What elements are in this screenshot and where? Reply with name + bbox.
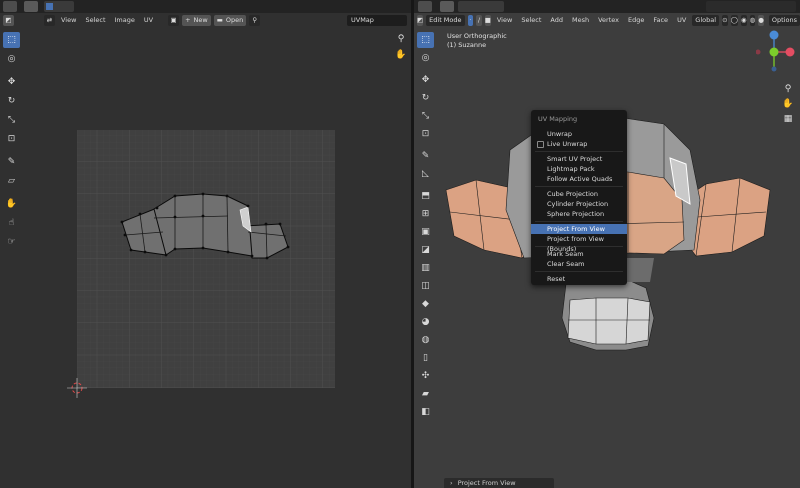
zoom-icon[interactable]: ⚲ — [395, 33, 407, 45]
menu-cube-projection[interactable]: Cube Projection — [531, 189, 627, 199]
chevron-right-icon: › — [450, 479, 453, 487]
menu-live-unwrap[interactable]: Live Unwrap — [531, 139, 627, 149]
uv-editor[interactable]: ◩ ⇄ View Select Image UV ▣ + New ▬ Open … — [0, 0, 411, 488]
pan-hand-icon[interactable]: ✋ — [395, 49, 407, 61]
menu-follow-active-quads[interactable]: Follow Active Quads — [531, 174, 627, 184]
uv-mapping-menu: UV Mapping Unwrap Live Unwrap Smart UV P… — [531, 110, 627, 285]
uv-grid-lines — [77, 130, 335, 388]
axis-y-icon — [769, 47, 779, 57]
menu-live-unwrap-label: Live Unwrap — [547, 140, 588, 148]
checkbox-icon[interactable] — [537, 141, 544, 148]
menu-reset[interactable]: Reset — [531, 274, 627, 284]
menu-mark-seam[interactable]: Mark Seam — [531, 249, 627, 259]
uv-canvas[interactable] — [0, 0, 411, 488]
vp-pan-icon[interactable]: ✋ — [782, 98, 794, 110]
menu-smart-uv-project[interactable]: Smart UV Project — [531, 154, 627, 164]
axis-z-icon — [769, 30, 779, 40]
menu-separator — [535, 221, 623, 222]
menu-project-from-view[interactable]: Project From View — [531, 224, 627, 234]
menu-separator — [535, 151, 623, 152]
menu-separator — [535, 271, 623, 272]
menu-sphere-projection[interactable]: Sphere Projection — [531, 209, 627, 219]
vp-zoom-icon[interactable]: ⚲ — [782, 83, 794, 95]
menu-cylinder-projection[interactable]: Cylinder Projection — [531, 199, 627, 209]
mesh-chin — [561, 279, 655, 351]
menu-lightmap-pack[interactable]: Lightmap Pack — [531, 164, 627, 174]
menu-project-from-view-bounds[interactable]: Project from View (Bounds) — [531, 234, 627, 253]
last-operator-panel[interactable]: › Project From View — [444, 478, 554, 488]
menu-separator — [535, 186, 623, 187]
last-operator-label: Project From View — [457, 479, 516, 487]
menu-unwrap[interactable]: Unwrap — [531, 129, 627, 139]
navigation-gizmo[interactable] — [756, 30, 796, 76]
uv-mapping-title: UV Mapping — [538, 115, 578, 123]
menu-clear-seam[interactable]: Clear Seam — [531, 259, 627, 269]
vp-camera-grid-icon[interactable]: ▦ — [782, 113, 794, 125]
axis-x-icon — [785, 47, 795, 57]
